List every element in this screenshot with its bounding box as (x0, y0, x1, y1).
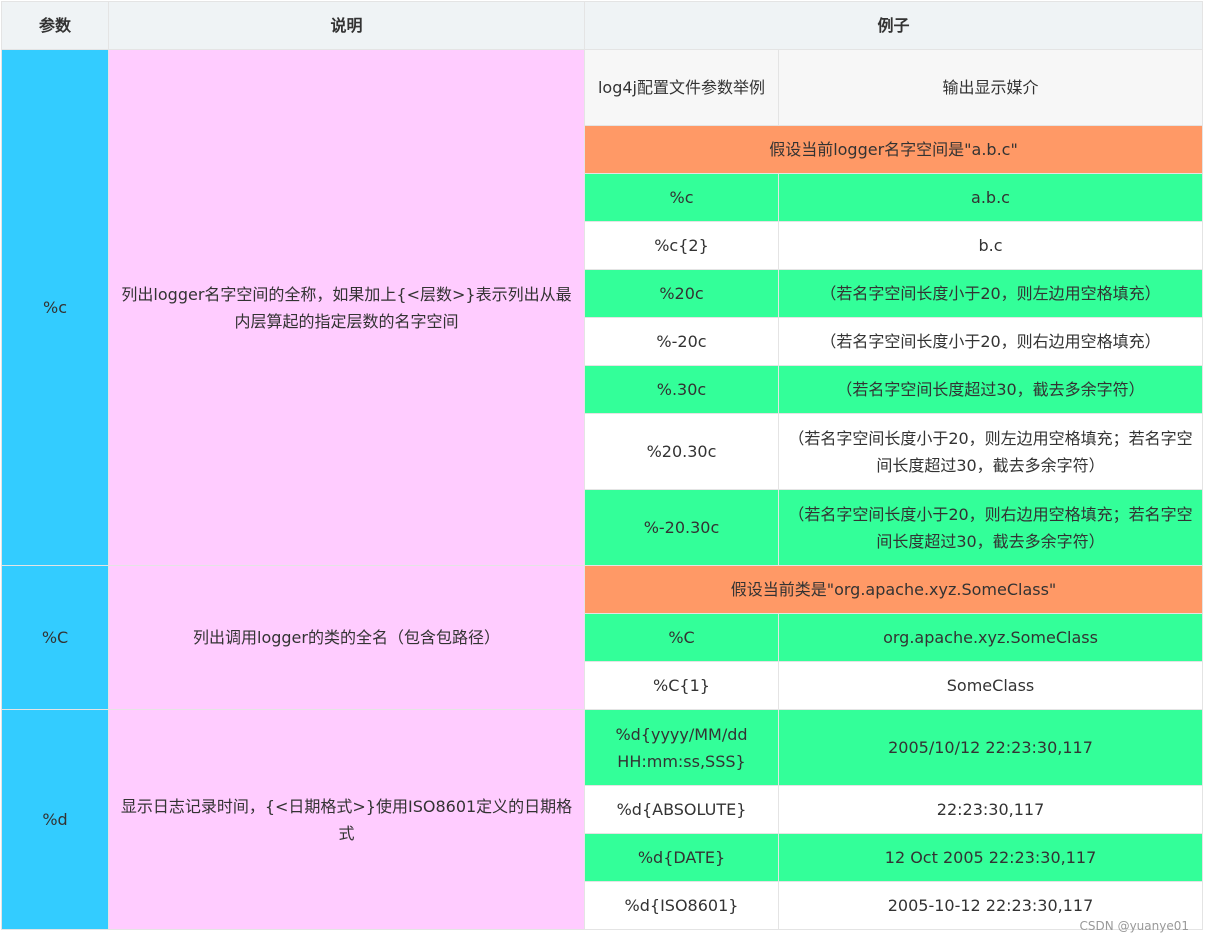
example-output-cell: （若名字空间长度小于20，则左边用空格填充） (777, 269, 1204, 318)
description-cell: 列出logger名字空间的全称，如果加上{<层数>}表示列出从最内层算起的指定层… (108, 49, 585, 566)
table-row: %d 显示日志记录时间，{<日期格式>}使用ISO8601定义的日期格式 %d{… (1, 709, 1204, 930)
example-output-cell: （若名字空间长度小于20，则左边用空格填充；若名字空间长度超过30，截去多余字符… (777, 413, 1204, 490)
example-output-cell: SomeClass (777, 661, 1204, 710)
example-param-cell: %c (584, 173, 779, 222)
description-cell: 列出调用logger的类的全名（包含包路径） (108, 565, 585, 710)
example-param-cell: %d{yyyy/MM/dd HH:mm:ss,SSS} (584, 709, 779, 786)
assumption-cell: 假设当前logger名字空间是"a.b.c" (583, 125, 1204, 174)
example-param-cell: %-20.30c (584, 489, 779, 566)
subheader-example-param: log4j配置文件参数举例 (584, 49, 779, 126)
example-param-cell: %C (584, 613, 779, 662)
header-example: 例子 (583, 1, 1204, 50)
example-output-cell: （若名字空间长度超过30，截去多余字符） (777, 365, 1204, 414)
example-param-cell: %-20c (584, 317, 779, 366)
subheader-output: 输出显示媒介 (777, 49, 1204, 126)
example-output-cell: org.apache.xyz.SomeClass (777, 613, 1204, 662)
example-param-cell: %20c (584, 269, 779, 318)
example-param-cell: %d{DATE} (584, 833, 779, 882)
example-param-cell: %c{2} (584, 221, 779, 270)
example-output-cell: b.c (777, 221, 1204, 270)
header-param: 参数 (1, 1, 109, 50)
example-output-cell: 22:23:30,117 (777, 785, 1204, 834)
csdn-watermark: CSDN @yuanye01 (1079, 919, 1189, 933)
param-cell: %d (1, 709, 109, 930)
param-cell: %c (1, 49, 109, 566)
table-row: %c 列出logger名字空间的全称，如果加上{<层数>}表示列出从最内层算起的… (1, 49, 1204, 566)
example-output-cell: a.b.c (777, 173, 1204, 222)
log4j-params-table: 参数 说明 例子 %c 列出logger名字空间的全称，如果加上{<层数>}表示… (1, 1, 1204, 930)
example-output-cell: 12 Oct 2005 22:23:30,117 (777, 833, 1204, 882)
example-output-cell: （若名字空间长度小于20，则右边用空格填充） (777, 317, 1204, 366)
example-param-cell: %d{ISO8601} (584, 881, 779, 930)
example-param-cell: %.30c (584, 365, 779, 414)
example-output-cell: 2005/10/12 22:23:30,117 (777, 709, 1204, 786)
example-param-cell: %d{ABSOLUTE} (584, 785, 779, 834)
assumption-cell: 假设当前类是"org.apache.xyz.SomeClass" (583, 565, 1204, 614)
table-row: %C 列出调用logger的类的全名（包含包路径） 假设当前类是"org.apa… (1, 565, 1204, 710)
param-cell: %C (1, 565, 109, 710)
header-description: 说明 (108, 1, 585, 50)
description-cell: 显示日志记录时间，{<日期格式>}使用ISO8601定义的日期格式 (108, 709, 585, 930)
example-param-cell: %20.30c (584, 413, 779, 490)
example-param-cell: %C{1} (584, 661, 779, 710)
example-output-cell: （若名字空间长度小于20，则右边用空格填充；若名字空间长度超过30，截去多余字符… (777, 489, 1204, 566)
